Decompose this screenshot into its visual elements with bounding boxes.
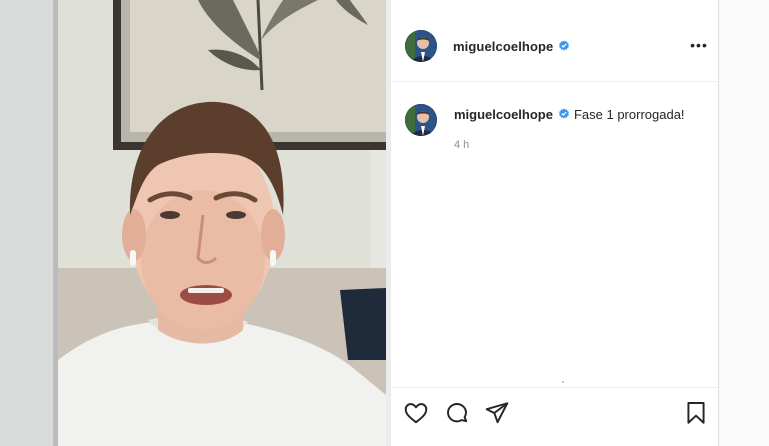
verified-badge-icon <box>559 40 570 51</box>
post-media-video[interactable] <box>58 0 386 446</box>
post-header: miguelcoelhope ••• <box>391 0 719 82</box>
comment-button[interactable] <box>444 400 472 428</box>
post-detail-panel: miguelcoelhope ••• miguelcoelhope Fase 1 … <box>391 0 719 446</box>
author-avatar[interactable] <box>405 30 437 62</box>
paper-plane-icon <box>485 402 509 424</box>
scroll-indicator <box>562 381 564 383</box>
previous-post-edge[interactable] <box>0 0 58 446</box>
share-button[interactable] <box>484 400 512 428</box>
comment-text: Fase 1 prorrogada! <box>573 107 685 122</box>
author-username[interactable]: miguelcoelhope <box>453 39 570 54</box>
previous-post-image <box>0 0 53 446</box>
comment-verified-badge-icon <box>559 108 569 119</box>
like-button[interactable] <box>403 400 431 428</box>
speech-bubble-icon <box>447 403 468 423</box>
comment-username[interactable]: miguelcoelhope <box>454 107 553 122</box>
bookmark-icon <box>687 402 705 424</box>
caption-text-line: miguelcoelhope Fase 1 prorrogada! <box>454 107 685 122</box>
save-button[interactable] <box>683 400 711 428</box>
action-bar <box>391 387 719 446</box>
comment-timestamp[interactable]: 4 h <box>454 139 469 151</box>
more-options-button[interactable]: ••• <box>689 36 709 56</box>
heart-icon <box>404 403 428 424</box>
comment-author-avatar[interactable] <box>405 104 437 136</box>
video-frame-illustration <box>58 0 386 446</box>
author-username-text[interactable]: miguelcoelhope <box>453 39 553 54</box>
